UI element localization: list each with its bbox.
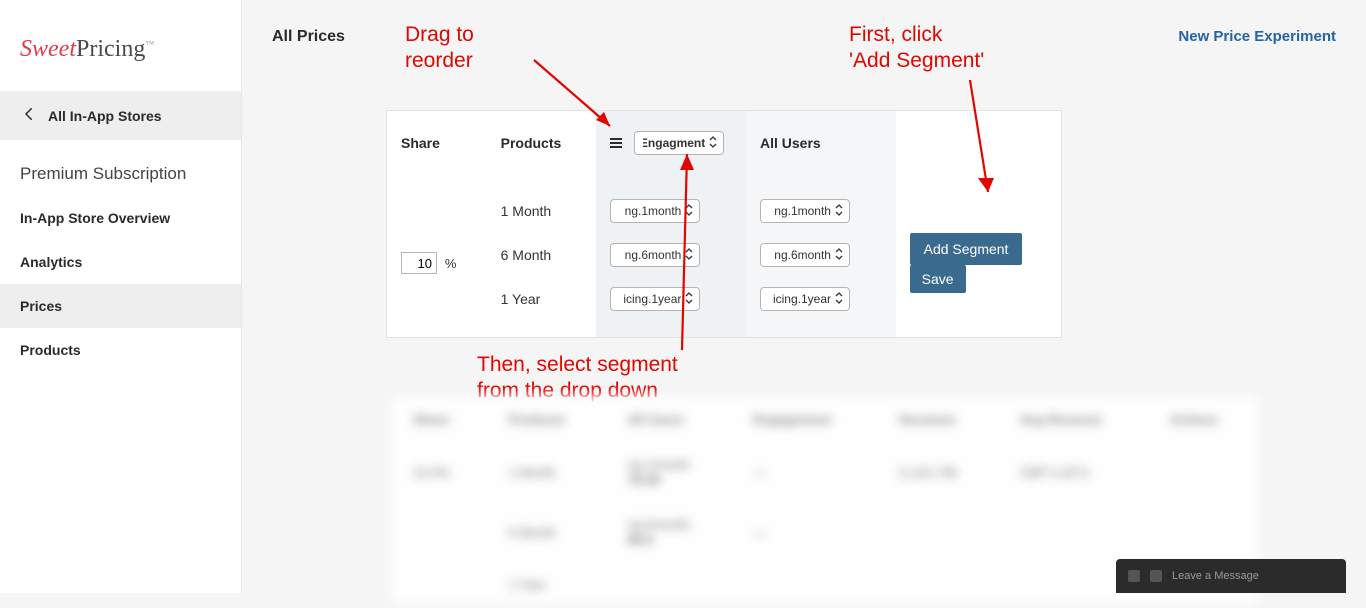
- logo-tm: ™: [145, 39, 154, 49]
- chat-icon: [1150, 570, 1162, 582]
- chevron-updown-icon: [835, 292, 843, 307]
- new-price-experiment-link[interactable]: New Price Experiment: [1178, 28, 1336, 45]
- sidebar: SweetPricing™ All In-App Stores Premium …: [0, 0, 242, 593]
- product-row-1: 6 Month: [487, 233, 597, 277]
- chat-label: Leave a Message: [1172, 570, 1259, 582]
- chevron-updown-icon: [835, 204, 843, 219]
- col-header-all-users: All Users: [746, 111, 896, 175]
- segment-select[interactable]: Engagment: [634, 131, 724, 155]
- allusers-price-select-2[interactable]: icing.1year: [760, 287, 850, 311]
- back-arrow-icon: [20, 105, 38, 126]
- chevron-updown-icon: [835, 248, 843, 263]
- share-input[interactable]: [401, 252, 437, 274]
- segment-price-select-1[interactable]: ng.6month: [610, 243, 700, 267]
- sidebar-item-analytics[interactable]: Analytics: [0, 240, 241, 284]
- back-label: All In-App Stores: [48, 108, 162, 124]
- segment-select-value: Engagment: [643, 136, 705, 150]
- col-header-products: Products: [487, 111, 597, 175]
- product-row-0: 1 Month: [487, 175, 597, 233]
- sidebar-item-products[interactable]: Products: [0, 328, 241, 372]
- add-segment-button[interactable]: Add Segment: [910, 233, 1023, 265]
- save-button[interactable]: Save: [910, 265, 966, 293]
- chevron-updown-icon: [709, 136, 717, 151]
- drag-handle-icon[interactable]: [610, 138, 622, 148]
- sidebar-item-prices[interactable]: Prices: [0, 284, 241, 328]
- col-header-segment: Engagment: [596, 111, 746, 175]
- share-suffix: %: [445, 256, 457, 271]
- chat-icon: [1128, 570, 1140, 582]
- back-all-stores[interactable]: All In-App Stores: [0, 91, 241, 140]
- logo-part2: Pricing: [76, 36, 145, 62]
- page-title: All Prices: [272, 28, 345, 46]
- chevron-updown-icon: [685, 292, 693, 307]
- price-table-panel: Share Products Engagment All Users: [386, 110, 1062, 338]
- chevron-updown-icon: [685, 204, 693, 219]
- logo: SweetPricing™: [0, 0, 241, 91]
- col-header-share: Share: [387, 111, 487, 175]
- chevron-updown-icon: [685, 248, 693, 263]
- segment-price-select-0[interactable]: ng.1month: [610, 199, 700, 223]
- segment-price-select-2[interactable]: icing.1year: [610, 287, 700, 311]
- sidebar-item-overview[interactable]: In-App Store Overview: [0, 196, 241, 240]
- product-row-2: 1 Year: [487, 277, 597, 337]
- allusers-price-select-0[interactable]: ng.1month: [760, 199, 850, 223]
- logo-part1: Sweet: [20, 36, 76, 62]
- chat-widget[interactable]: Leave a Message: [1116, 559, 1346, 593]
- sidebar-section-title: Premium Subscription: [0, 140, 241, 196]
- allusers-price-select-1[interactable]: ng.6month: [760, 243, 850, 267]
